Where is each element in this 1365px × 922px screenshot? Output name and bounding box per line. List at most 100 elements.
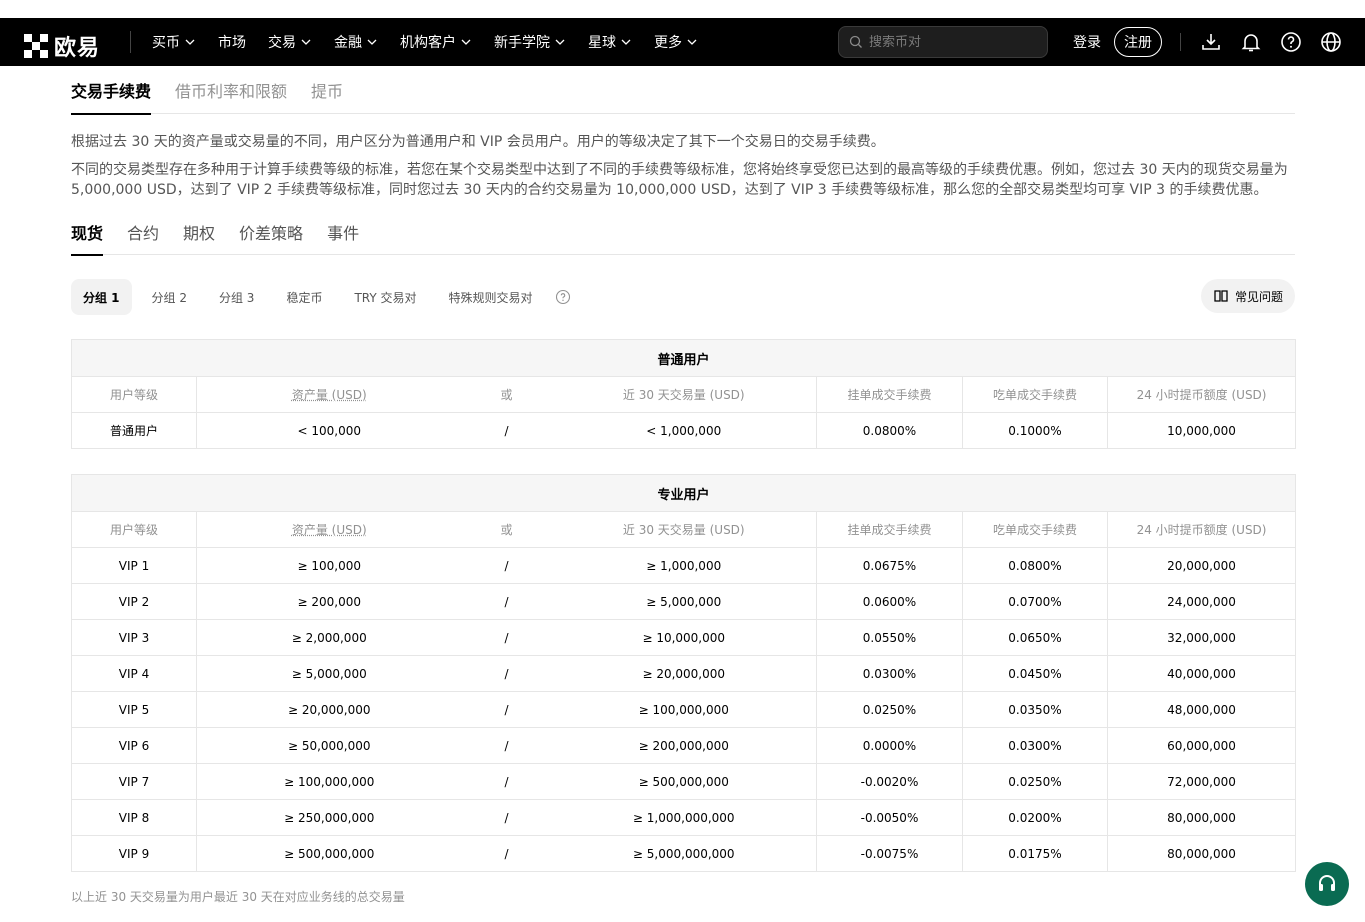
cell-or: / [461, 547, 552, 584]
globe-icon[interactable] [1319, 30, 1343, 54]
cell-taker-fee: 0.0800% [962, 547, 1108, 584]
group-pill-3[interactable]: 分组 3 [207, 279, 266, 315]
header-maker-fee: 挂单成交手续费 [816, 511, 963, 548]
nav-label: 星球 [588, 35, 616, 51]
cell-volume: ≥ 500,000,000 [551, 763, 817, 800]
cell-asset: ≥ 100,000,000 [196, 763, 462, 800]
cell-volume: ≥ 1,000,000 [551, 547, 817, 584]
nav-markets[interactable]: 市场 [218, 32, 246, 52]
cell-volume: ≥ 100,000,000 [551, 691, 817, 728]
cell-maker-fee: 0.0250% [816, 691, 963, 728]
cell-taker-fee: 0.0175% [962, 835, 1108, 872]
cell-maker-fee: 0.0675% [816, 547, 963, 584]
cell-asset: ≥ 250,000,000 [196, 799, 462, 836]
header-volume: 近 30 天交易量 (USD) [551, 376, 817, 413]
cell-withdrawal-limit: 40,000,000 [1106, 655, 1297, 692]
cell-or: / [461, 727, 552, 764]
support-chat-button[interactable] [1305, 862, 1349, 906]
table-row: VIP 2 ≥ 200,000/≥ 5,000,000 0.0600% 0.0700%… [71, 583, 1297, 620]
table-row: VIP 1 ≥ 100,000/≥ 1,000,000 0.0675% 0.0800%… [71, 547, 1297, 584]
login-link[interactable]: 登录 [1073, 32, 1101, 52]
search-box[interactable] [838, 26, 1048, 58]
tab-options[interactable]: 期权 [183, 214, 215, 255]
cell-asset: ≥ 20,000,000 [196, 691, 462, 728]
cell-asset: ≥ 2,000,000 [196, 619, 462, 656]
tab-spread[interactable]: 价差策略 [239, 214, 303, 255]
header-level: 用户等级 [71, 511, 197, 548]
chevron-down-icon [301, 39, 311, 45]
top-strip [0, 0, 1365, 18]
cell-withdrawal-limit: 48,000,000 [1106, 691, 1297, 728]
group-pill-try[interactable]: TRY 交易对 [342, 279, 428, 315]
table-header-row: 用户等级 资产量 (USD) 或 近 30 天交易量 (USD) 挂单成交手续费… [71, 511, 1297, 548]
cell-withdrawal-limit: 24,000,000 [1106, 583, 1297, 620]
faq-label: 常见问题 [1234, 289, 1283, 304]
chevron-down-icon [687, 39, 697, 45]
header-asset-label: 资产量 (USD) [291, 523, 367, 537]
help-icon[interactable] [1279, 30, 1303, 54]
logo-mark-icon [24, 34, 48, 58]
cell-volume: < 1,000,000 [551, 412, 817, 449]
table-row: VIP 4 ≥ 5,000,000/≥ 20,000,000 0.0300% 0.04… [71, 655, 1297, 692]
table-caption: 普通用户 [70, 339, 1297, 377]
header-taker-fee: 吃单成交手续费 [962, 376, 1108, 413]
fee-category-tabs: 交易手续费 借币利率和限额 提币 [71, 66, 1295, 115]
logo[interactable]: 欧易 [24, 30, 100, 62]
cell-level: VIP 6 [71, 727, 197, 764]
cell-withdrawal-limit: 32,000,000 [1106, 619, 1297, 656]
nav-finance[interactable]: 金融 [334, 32, 378, 52]
download-icon[interactable] [1199, 30, 1223, 54]
cell-level: VIP 4 [71, 655, 197, 692]
nav-institutional[interactable]: 机构客户 [400, 32, 472, 52]
nav-planet[interactable]: 星球 [588, 32, 632, 52]
vip-table-body: VIP 1 ≥ 100,000/≥ 1,000,000 0.0675% 0.0800%… [71, 547, 1297, 872]
help-circle-icon[interactable] [555, 289, 571, 305]
cell-taker-fee: 0.0450% [962, 655, 1108, 692]
header-asset: 资产量 (USD) [196, 376, 462, 413]
cell-or: / [461, 412, 552, 449]
tab-trading-fees[interactable]: 交易手续费 [71, 66, 152, 115]
group-pill-special[interactable]: 特殊规则交易对 [437, 279, 545, 315]
cell-volume: ≥ 200,000,000 [551, 727, 817, 764]
group-pill-stablecoin[interactable]: 稳定币 [274, 279, 334, 315]
cell-level: VIP 5 [71, 691, 197, 728]
nav-divider [130, 31, 131, 53]
group-pill-1[interactable]: 分组 1 [71, 279, 132, 315]
register-button[interactable]: 注册 [1114, 27, 1162, 57]
cell-asset: ≥ 500,000,000 [196, 835, 462, 872]
nav-buy-crypto[interactable]: 买币 [152, 32, 196, 52]
cell-withdrawal-limit: 10,000,000 [1106, 412, 1297, 449]
header-withdrawal-limit: 24 小时提币额度 (USD) [1106, 511, 1297, 548]
tab-spot[interactable]: 现货 [71, 214, 104, 256]
nav-label: 买币 [152, 35, 180, 51]
header-volume: 近 30 天交易量 (USD) [551, 511, 817, 548]
cell-taker-fee: 0.0700% [962, 583, 1108, 620]
cell-withdrawal-limit: 80,000,000 [1106, 835, 1297, 872]
nav-learn[interactable]: 新手学院 [494, 32, 566, 52]
tab-events[interactable]: 事件 [327, 214, 359, 255]
top-navbar: 欧易 买币 市场 交易 金融 机构客户 新手学院 星球 更多 登录 注册 [0, 18, 1365, 66]
cell-level: VIP 1 [71, 547, 197, 584]
tab-withdrawal[interactable]: 提币 [311, 66, 343, 114]
search-input[interactable] [869, 34, 1039, 50]
cell-level: VIP 9 [71, 835, 197, 872]
nav-trade[interactable]: 交易 [268, 32, 312, 52]
tab-futures[interactable]: 合约 [127, 214, 159, 255]
group-pill-2[interactable]: 分组 2 [140, 279, 199, 315]
search-icon [849, 35, 862, 48]
cell-taker-fee: 0.0250% [962, 763, 1108, 800]
bell-icon[interactable] [1239, 30, 1263, 54]
description-line-1: 根据过去 30 天的资产量或交易量的不同，用户区分为普通用户和 VIP 会员用户… [71, 134, 885, 150]
table-row: VIP 3 ≥ 2,000,000/≥ 10,000,000 0.0550% 0.06… [71, 619, 1297, 656]
cell-taker-fee: 0.0200% [962, 799, 1108, 836]
cell-or: / [461, 835, 552, 872]
tab-borrow-rates[interactable]: 借币利率和限额 [175, 66, 287, 114]
table-row: VIP 5 ≥ 20,000,000/≥ 100,000,000 0.0250% 0.… [71, 691, 1297, 728]
cell-volume: ≥ 5,000,000 [551, 583, 817, 620]
headset-icon [1319, 875, 1335, 891]
cell-taker-fee: 0.0650% [962, 619, 1108, 656]
faq-button[interactable]: 常见问题 [1200, 279, 1295, 313]
cell-withdrawal-limit: 80,000,000 [1106, 799, 1297, 836]
vip-user-table: 专业用户 用户等级 资产量 (USD) 或 近 30 天交易量 (USD) 挂单… [70, 474, 1297, 872]
nav-more[interactable]: 更多 [654, 32, 698, 52]
